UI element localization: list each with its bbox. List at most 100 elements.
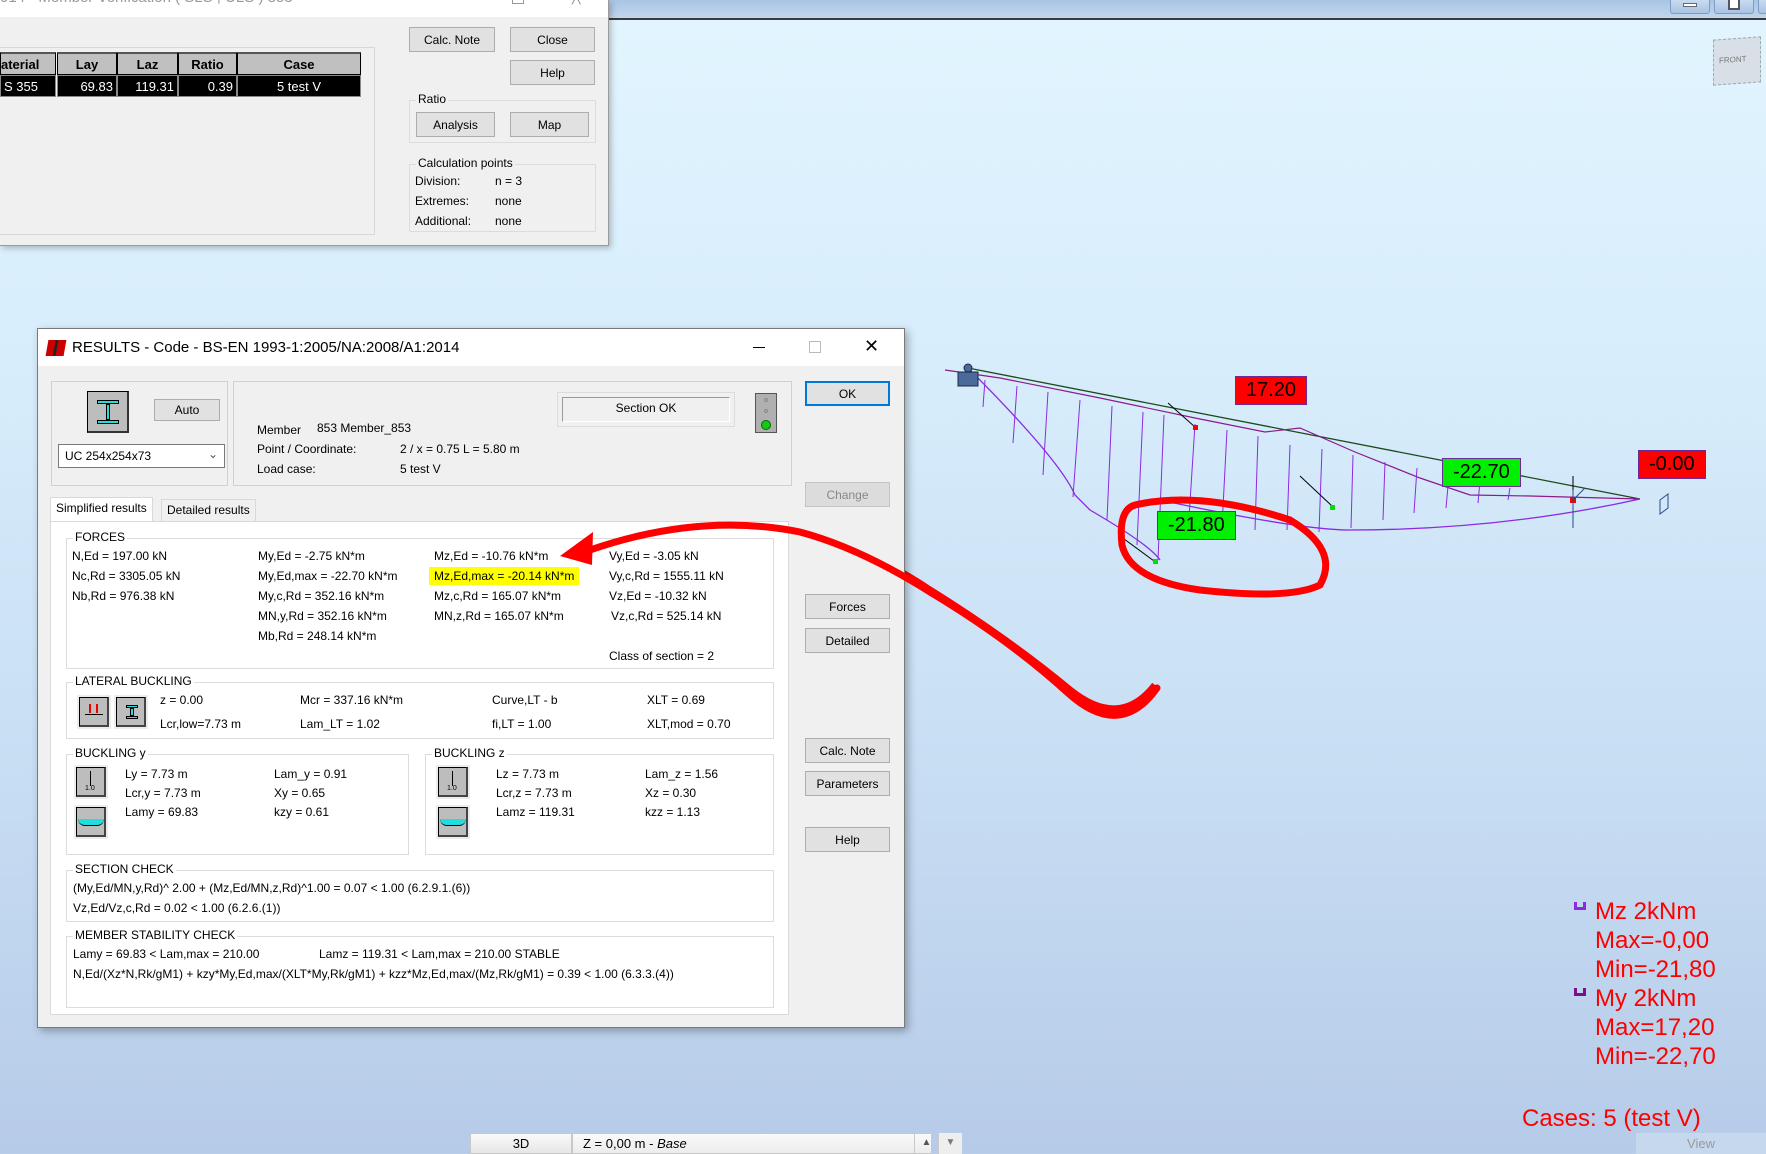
section-select[interactable]: UC 254x254x73 ⌄ (58, 444, 225, 468)
level-up-button[interactable]: ▲ (914, 1133, 938, 1154)
change-button[interactable]: Change (805, 482, 890, 507)
cell-lay[interactable]: 69.83 (57, 75, 117, 97)
detailed-button[interactable]: Detailed (805, 628, 890, 653)
level-down-button[interactable]: ▼ (938, 1133, 962, 1154)
section-status-box: Section OK (557, 392, 735, 427)
force-value: Nb,Rd = 976.38 kN (72, 589, 175, 603)
forces-title: FORCES (73, 530, 128, 544)
auto-button[interactable]: Auto (154, 399, 220, 421)
end-support-icon (1659, 493, 1669, 515)
buckling-y-value: Ly = 7.73 m (125, 767, 188, 781)
stability-check-title: MEMBER STABILITY CHECK (73, 928, 238, 942)
buckling-curve-z-icon[interactable] (436, 805, 470, 839)
legend-mz-title: Mz 2kNm (1595, 898, 1697, 925)
force-value: My,c,Rd = 352.16 kN*m (258, 589, 385, 603)
section-shape-icon[interactable] (87, 391, 129, 433)
buckling-length-z-icon[interactable]: 1.0 (436, 765, 470, 799)
buckling-y-value: Lamy = 69.83 (125, 805, 199, 819)
force-value: Nc,Rd = 3305.05 kN (72, 569, 181, 583)
maximize-icon[interactable] (512, 0, 524, 4)
max-point-marker (1193, 425, 1198, 430)
stability-check-group: MEMBER STABILITY CHECK Lamy = 69.83 < La… (66, 928, 774, 1008)
stability-line: Lamy = 69.83 < Lam,max = 210.00 (73, 947, 260, 961)
cell-material[interactable]: S 355 (0, 75, 56, 97)
cell-case[interactable]: 5 test V (237, 75, 361, 97)
buckling-z-value: Lcr,z = 7.73 m (496, 786, 572, 800)
buckling-y-value: Lam_y = 0.91 (274, 767, 348, 781)
level-field[interactable]: Z = 0,00 m - Base (572, 1133, 932, 1154)
section-select-value: UC 254x254x73 (65, 449, 152, 463)
map-button[interactable]: Map (510, 112, 589, 137)
level-prefix: Z = 0,00 m - (583, 1136, 658, 1151)
diagram-hatching (982, 379, 1511, 561)
analysis-button[interactable]: Analysis (416, 112, 495, 137)
legend-mz-max: Max=-0,00 (1595, 927, 1710, 954)
force-value: Mb,Rd = 248.14 kN*m (258, 629, 377, 643)
cell-laz[interactable]: 119.31 (117, 75, 178, 97)
parameters-button[interactable]: Parameters (805, 771, 890, 796)
col-laz[interactable]: Laz (117, 52, 178, 75)
level-name: Base (657, 1136, 687, 1151)
lt-value: Lcr,low=7.73 m (160, 717, 242, 731)
lateral-restraint-icon[interactable] (114, 695, 148, 729)
lateral-buckling-title: LATERAL BUCKLING (73, 674, 194, 688)
buckling-z-group: BUCKLING z 1.0 Lz = 7.73 m Lcr,z = 7.73 … (425, 746, 774, 855)
tab-detailed-results[interactable]: Detailed results (161, 499, 256, 521)
col-lay[interactable]: Lay (57, 52, 117, 75)
load-level-icon[interactable] (77, 695, 111, 729)
view-cube[interactable]: FRONT (1713, 36, 1761, 86)
mz-legend-icon (1574, 902, 1586, 910)
col-ratio[interactable]: Ratio (178, 52, 237, 75)
calc-points-title: Calculation points (416, 156, 515, 170)
tab-simplified-results[interactable]: Simplified results (50, 497, 153, 521)
forces-button[interactable]: Forces (805, 594, 890, 619)
section-check-group: SECTION CHECK (My,Ed/MN,y,Rd)^ 2.00 + (M… (66, 862, 774, 922)
force-value: MN,y,Rd = 352.16 kN*m (258, 609, 387, 623)
help-button[interactable]: Help (805, 827, 890, 852)
ok-button[interactable]: OK (805, 381, 890, 406)
extremes-label: Extremes: (415, 194, 470, 208)
label-mz-min: -21.80 (1157, 511, 1236, 540)
buckling-y-value: kzy = 0.61 (274, 805, 330, 819)
close-window-button[interactable] (1758, 0, 1766, 14)
member-label: Member (257, 423, 302, 437)
buckling-z-title: BUCKLING z (432, 746, 507, 760)
lt-value: Mcr = 337.16 kN*m (300, 693, 404, 707)
section-check-title: SECTION CHECK (73, 862, 176, 876)
force-value: Mz,Ed = -10.76 kN*m (434, 549, 549, 563)
results-dialog: RESULTS - Code - BS-EN 1993-1:2005/NA:20… (37, 328, 905, 1028)
my-legend-icon (1574, 988, 1586, 996)
lt-value: XLT,mod = 0.70 (647, 717, 731, 731)
buckling-length-y-icon[interactable]: 1.0 (74, 765, 108, 799)
col-case[interactable]: Case (237, 52, 361, 75)
col-material[interactable]: aterial (0, 52, 56, 75)
calc-note-button[interactable]: Calc. Note (805, 738, 890, 763)
legend-cases: Cases: 5 (test V) (1522, 1105, 1701, 1132)
restore-button[interactable] (1714, 0, 1754, 14)
view-mode-tab[interactable]: 3D (470, 1133, 572, 1154)
min-point-marker (1330, 505, 1335, 510)
close-button[interactable]: Close (510, 27, 595, 52)
minimize-icon[interactable] (753, 347, 765, 348)
lt-value: Lam_LT = 1.02 (300, 717, 380, 731)
help-button[interactable]: Help (510, 60, 595, 85)
buckling-y-group: BUCKLING y 1.0 Ly = 7.73 m Lcr,y = 7.73 … (66, 746, 409, 855)
force-value: MN,z,Rd = 165.07 kN*m (434, 609, 564, 623)
buckling-z-value: kzz = 1.13 (645, 805, 701, 819)
force-value: Mz,c,Rd = 165.07 kN*m (434, 589, 562, 603)
chevron-down-icon: ⌄ (207, 447, 218, 461)
close-icon[interactable]: ✕ (864, 336, 879, 357)
maximize-icon[interactable] (809, 341, 821, 353)
member-value: 853 Member_853 (317, 421, 412, 435)
force-value-highlighted: Mz,Ed,max = -20.14 kN*m (429, 567, 580, 585)
buckling-curve-y-icon[interactable] (74, 805, 108, 839)
calc-note-button[interactable]: Calc. Note (409, 27, 495, 52)
status-light-icon (755, 393, 777, 433)
legend-my-title: My 2kNm (1595, 985, 1697, 1012)
view-button[interactable]: View (1636, 1133, 1766, 1154)
cell-ratio[interactable]: 0.39 (178, 75, 237, 97)
results-titlebar: RESULTS - Code - BS-EN 1993-1:2005/NA:20… (38, 329, 904, 366)
lateral-buckling-group: LATERAL BUCKLING z = 0.00 Lcr,low=7.73 m… (66, 674, 774, 739)
label-mz-max: -0.00 (1638, 450, 1706, 479)
minimize-button[interactable] (1670, 0, 1710, 14)
